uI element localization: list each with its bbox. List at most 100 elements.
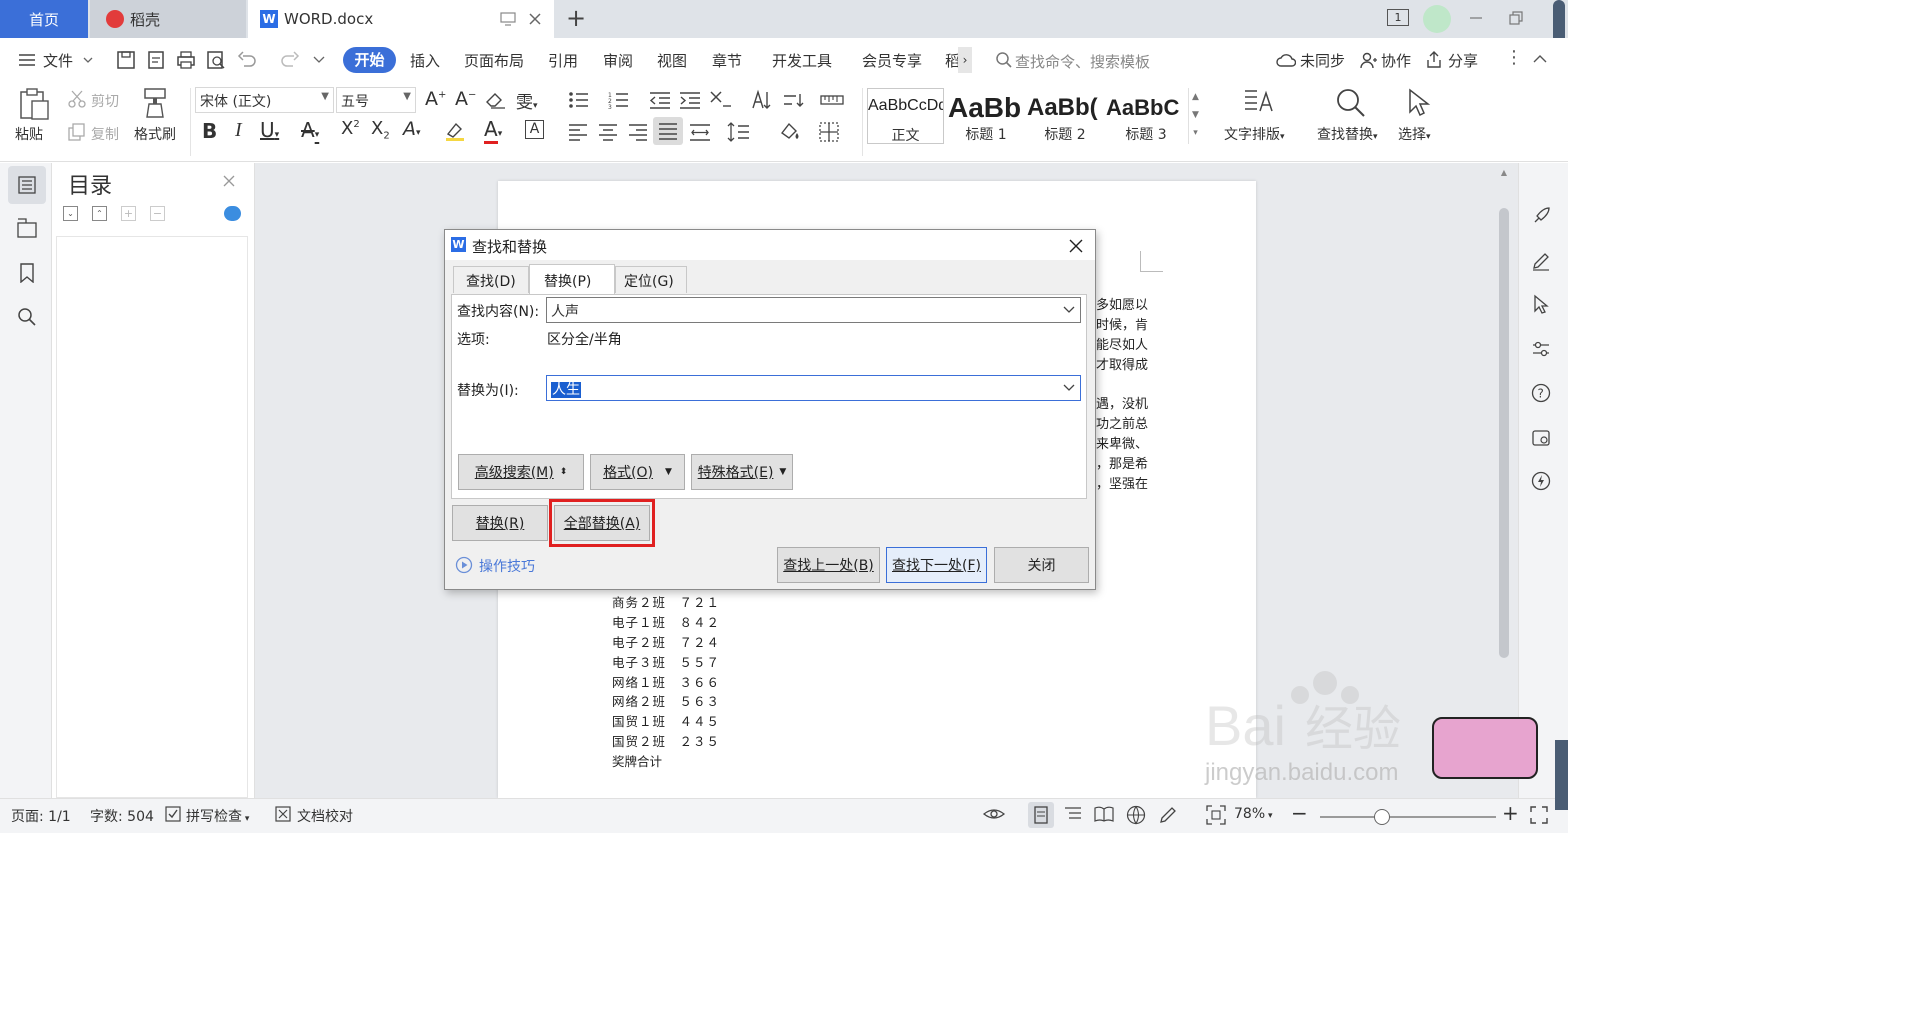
shrink-font-icon[interactable]: A− — [455, 88, 476, 110]
select-button[interactable]: 选择▾ — [1398, 124, 1431, 144]
page-view-button[interactable] — [1028, 802, 1054, 828]
spell-check-button[interactable]: 拼写检查 ▾ — [186, 806, 249, 826]
align-center-icon[interactable] — [598, 123, 618, 141]
fit-page-icon[interactable] — [1206, 805, 1226, 825]
format-painter-button[interactable]: 格式刷 — [134, 124, 176, 144]
tab-daoke[interactable]: 稻壳 — [90, 0, 246, 38]
quick-access-dropdown-icon[interactable] — [312, 54, 326, 66]
expand-all-icon[interactable]: ⌄ — [63, 206, 78, 221]
sort-icon[interactable] — [750, 89, 772, 111]
paste-button[interactable]: 粘贴 — [15, 124, 43, 144]
paragraph-mark-icon[interactable] — [782, 90, 804, 110]
pen-icon[interactable] — [1531, 251, 1551, 271]
share-icon[interactable] — [1425, 51, 1443, 69]
cloud-sync-icon[interactable] — [1276, 51, 1296, 69]
find-replace-button[interactable]: 查找替换▾ — [1317, 124, 1378, 144]
numbered-list-icon[interactable]: 123 — [608, 90, 630, 110]
chevron-down-icon[interactable] — [1063, 306, 1075, 314]
chinese-layout-icon[interactable] — [709, 90, 733, 110]
font-size-select[interactable]: 五号 ▼ — [336, 87, 416, 113]
find-previous-button[interactable]: 查找上一处(B) — [777, 547, 880, 583]
menu-item-member[interactable]: 会员专享 — [862, 50, 922, 71]
shading-icon[interactable] — [779, 121, 801, 143]
hamburger-icon[interactable] — [18, 52, 36, 68]
style-gallery-scroll[interactable]: ▲ ▼ ▾ — [1188, 88, 1202, 144]
web-view-icon[interactable] — [1126, 805, 1146, 825]
zoom-out-button[interactable]: − — [1291, 801, 1308, 825]
zoom-slider[interactable] — [1320, 816, 1496, 818]
avatar[interactable] — [1423, 5, 1451, 33]
cut-button[interactable]: 剪切 — [91, 91, 119, 111]
grow-font-icon[interactable]: A+ — [425, 88, 446, 110]
collaborate-button[interactable]: 协作 — [1381, 50, 1411, 71]
close-icon[interactable] — [1068, 238, 1084, 254]
decrease-indent-icon[interactable] — [649, 90, 671, 110]
collapse-ribbon-icon[interactable] — [1532, 53, 1548, 65]
fullscreen-icon[interactable] — [1530, 806, 1548, 824]
command-search-input[interactable]: 查找命令、搜索模板 — [1015, 51, 1150, 72]
distributed-align-icon[interactable] — [689, 123, 711, 141]
save-icon[interactable] — [116, 50, 136, 70]
find-what-input[interactable]: 人声 — [546, 297, 1081, 323]
print-icon[interactable] — [176, 50, 196, 70]
zoom-slider-thumb[interactable] — [1374, 809, 1390, 825]
tab-find[interactable]: 查找(D) — [453, 266, 529, 293]
zoom-level-button[interactable]: 78% ▾ — [1234, 806, 1273, 822]
collapse-all-icon[interactable]: ⌃ — [92, 206, 107, 221]
undo-icon[interactable] — [237, 50, 257, 70]
scissors-icon[interactable] — [68, 90, 86, 108]
find-replace-icon[interactable] — [1335, 87, 1367, 119]
select-cursor-icon[interactable] — [1405, 87, 1433, 119]
page-indicator[interactable]: 页面: 1/1 — [11, 806, 71, 826]
menu-item-developer[interactable]: 开发工具 — [772, 50, 832, 71]
chevron-down-icon[interactable] — [1063, 384, 1075, 392]
redo-icon[interactable] — [280, 50, 300, 70]
file-menu[interactable]: 文件 — [43, 50, 73, 71]
line-spacing-icon[interactable] — [727, 121, 751, 143]
smart-toc-icon[interactable] — [224, 206, 241, 221]
window-count-badge[interactable]: 1 — [1387, 9, 1409, 26]
style-heading-2[interactable]: AaBb( 标题 2 — [1027, 88, 1103, 144]
menu-item-page-layout[interactable]: 页面布局 — [464, 50, 524, 71]
tab-goto[interactable]: 定位(G) — [615, 266, 687, 293]
phonetic-guide-icon[interactable]: 雯▾ — [516, 88, 538, 113]
special-format-button[interactable]: 特殊格式(E) ▼ — [691, 454, 793, 490]
remove-toc-item-icon[interactable]: − — [150, 206, 165, 221]
replace-with-input[interactable]: 人生 — [546, 375, 1081, 401]
unsynced-status[interactable]: 未同步 — [1300, 50, 1345, 71]
format-button[interactable]: 格式(O) ▼ — [590, 454, 685, 490]
text-layout-button[interactable]: 文字排版▾ — [1224, 124, 1285, 144]
tab-home[interactable]: 首页 — [0, 0, 88, 38]
print-preview-icon[interactable] — [206, 50, 226, 70]
sliders-icon[interactable] — [1531, 339, 1551, 359]
close-panel-icon[interactable] — [222, 174, 236, 188]
rocket-icon[interactable] — [1531, 206, 1551, 226]
minimize-icon[interactable] — [1468, 10, 1484, 26]
italic-icon[interactable]: I — [235, 119, 242, 142]
scroll-up-icon[interactable]: ▲ — [1497, 168, 1511, 177]
export-pdf-icon[interactable] — [146, 50, 166, 70]
menu-item-view[interactable]: 视图 — [657, 50, 687, 71]
zoom-in-button[interactable]: + — [1502, 801, 1519, 825]
collaborate-icon[interactable] — [1359, 51, 1377, 69]
strikethrough-icon[interactable]: A▾ — [301, 118, 319, 142]
copy-icon[interactable] — [68, 123, 86, 141]
style-normal[interactable]: AaBbCcDd 正文 — [867, 88, 944, 144]
highlight-icon[interactable] — [444, 120, 466, 142]
proofread-button[interactable]: 文档校对 — [297, 806, 353, 826]
paste-icon[interactable] — [18, 87, 50, 121]
spell-check-icon[interactable] — [165, 806, 181, 822]
search-icon[interactable] — [17, 307, 37, 327]
font-color-icon[interactable]: A▾ — [484, 117, 502, 144]
justify-button[interactable] — [653, 117, 683, 145]
char-border-icon[interactable]: A — [525, 120, 544, 139]
share-button[interactable]: 分享 — [1448, 50, 1478, 71]
superscript-icon[interactable]: X2 — [341, 118, 360, 139]
bold-icon[interactable]: B — [202, 119, 217, 143]
ruler-icon[interactable] — [820, 92, 844, 108]
help-icon[interactable]: ? — [1531, 383, 1551, 403]
style-heading-1[interactable]: AaBb 标题 1 — [948, 88, 1024, 144]
chapter-nav-icon[interactable] — [17, 218, 37, 238]
text-layout-icon[interactable] — [1242, 87, 1274, 119]
increase-indent-icon[interactable] — [679, 90, 701, 110]
